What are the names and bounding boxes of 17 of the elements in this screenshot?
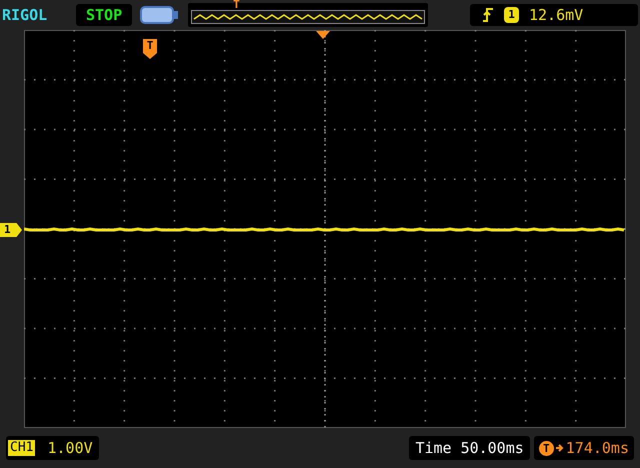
arrow-icon bbox=[556, 443, 564, 453]
channel-scale: 1.00V bbox=[47, 438, 93, 459]
channel-marker: 1 bbox=[0, 223, 22, 237]
trigger-level: 12.6mV bbox=[529, 4, 584, 26]
memory-trigger-marker: T bbox=[233, 0, 240, 10]
waveform-preview-icon bbox=[191, 10, 426, 24]
channel-label: CH1 bbox=[8, 440, 36, 456]
run-state-label: STOP bbox=[76, 4, 132, 26]
brand-label: RIGOL bbox=[2, 4, 48, 26]
trigger-channel-badge: 1 bbox=[504, 7, 519, 23]
delay-value: 174.0ms bbox=[566, 438, 629, 459]
timebase-label: Time bbox=[415, 438, 452, 459]
rising-edge-icon bbox=[482, 8, 494, 22]
timebase-value: 50.00ms bbox=[460, 438, 524, 459]
delay-marker: T bbox=[538, 440, 554, 456]
trigger-position-marker-icon bbox=[316, 31, 330, 39]
battery-icon bbox=[140, 6, 180, 24]
